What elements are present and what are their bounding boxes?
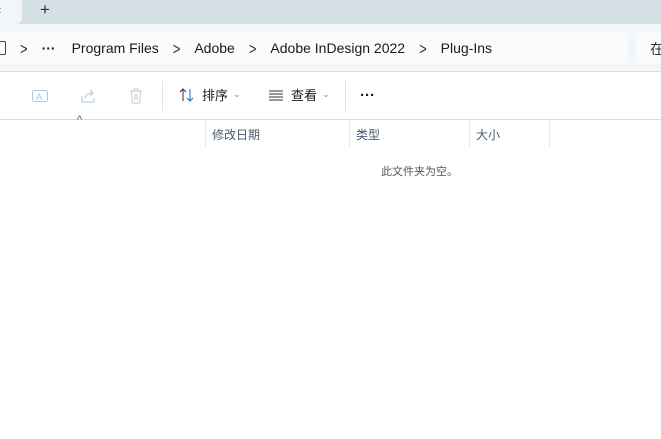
view-label: 查看 [291,88,318,103]
chevron-down-icon: ⌄ [233,89,241,99]
rename-button[interactable]: A [31,87,49,105]
breadcrumb-item[interactable]: Program Files [72,40,159,56]
new-tab-button[interactable]: + [36,0,54,20]
tab-bar: ‹ + [0,0,661,24]
rename-icon: A [32,90,48,103]
delete-button[interactable] [127,87,145,105]
column-modified-date[interactable]: 修改日期 [205,120,349,147]
trash-icon [130,88,142,104]
share-button[interactable] [79,87,97,105]
sort-button[interactable]: 排序 ⌄ [178,85,241,104]
divider [162,81,163,111]
column-divider[interactable] [549,120,550,147]
sort-icon [179,87,194,102]
column-type[interactable]: 类型 [349,120,469,147]
folder-icon [0,41,6,55]
breadcrumb-item[interactable]: Plug-Ins [441,40,492,56]
address-row: > ··· Program Files > Adobe > Adobe InDe… [0,24,661,72]
sort-label: 排序 [202,88,229,103]
more-options-button[interactable]: ··· [360,87,375,104]
empty-folder-message: 此文件夹为空。 [381,166,458,178]
svg-text:A: A [36,93,43,103]
view-button[interactable]: 查看 ⌄ [267,85,330,104]
active-tab[interactable]: ‹ [0,0,22,24]
chevron-right-icon[interactable]: > [419,38,427,58]
chevron-right-icon[interactable]: > [173,38,181,58]
breadcrumb-item[interactable]: Adobe [194,40,234,56]
breadcrumb[interactable]: > ··· Program Files > Adobe > Adobe InDe… [0,32,628,64]
search-input[interactable]: 在 [636,32,661,64]
close-tab-icon[interactable]: ‹ [0,2,1,17]
chevron-right-icon: > [20,38,28,58]
breadcrumb-overflow[interactable]: ··· [42,40,56,56]
view-list-icon [269,90,283,100]
column-header-row: 修改日期 类型 大小 [0,120,661,148]
chevron-down-icon: ⌄ [322,89,330,99]
breadcrumb-item[interactable]: Adobe InDesign 2022 [270,40,405,56]
chevron-right-icon[interactable]: > [249,38,257,58]
column-size[interactable]: 大小 [469,120,549,147]
share-icon [81,89,95,103]
command-bar: A 排序 ⌄ 查看 ⌄ ··· [0,73,661,120]
divider [345,81,346,111]
